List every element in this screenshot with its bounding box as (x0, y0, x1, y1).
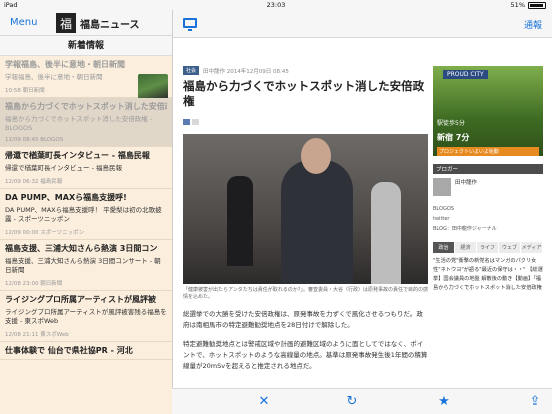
bottom-toolbar: ✕ ↻ ★ ⇪ (172, 388, 552, 414)
battery-icon (528, 1, 546, 9)
blogger-name: 田中龍作 (455, 180, 478, 186)
news-item[interactable]: 学報福島、後半に意地・朝日新聞 学報福島、後半に意地・朝日新聞 10:58 朝日新聞 (0, 56, 172, 99)
blogger-label: ブロガー (433, 164, 543, 174)
tab-economy[interactable]: 経済 (455, 242, 477, 253)
app-logo: 福 福島ニュース (56, 13, 140, 33)
facebook-share-icon[interactable] (183, 119, 190, 125)
news-item[interactable]: 仕事体験で 仙台で県社協PR - 河北 (0, 342, 172, 360)
article-meta: 社会 田中龍作 2014年12月09日 08:45 (183, 66, 428, 75)
battery-indicator: 51% (511, 1, 546, 9)
tab-life[interactable]: ライフ (477, 242, 499, 253)
tab-media[interactable]: メディア (521, 242, 543, 253)
article-title: 福島から力づくでホットスポット消した安倍政権 (183, 79, 425, 108)
news-headline: 福島支援、三浦大知さんら熱演 3日間コン (5, 244, 158, 253)
menu-button[interactable]: Menu (10, 17, 37, 28)
status-bar: iPad 23:03 51% (0, 0, 552, 10)
article-pane: 通報 社会 田中龍作 2014年12月09日 08:45 福島から力づくでホット… (172, 10, 552, 414)
star-icon[interactable]: ★ (436, 394, 452, 410)
news-summary: DA PUMP、MAXら福島支援呼！ 平愛梨は初の北歌披露 - スポーツニッポン (5, 206, 162, 223)
news-headline: ライジングプロ所属アーティストが風評被 (5, 295, 157, 304)
news-headline: 仕事体験で 仙台で県社協PR - 河北 (5, 346, 133, 355)
tv-icon[interactable] (183, 18, 197, 31)
avatar (433, 178, 451, 196)
article-body: 社会 田中龍作 2014年12月09日 08:45 福島から力づくでホットスポッ… (183, 38, 428, 386)
article-paragraph: 総選挙での大勝を受けた安倍政権は、原発事故を力ずくで風化させるつもりだ。政府は南… (183, 310, 423, 329)
blogger-card[interactable]: 田中龍作 (433, 178, 543, 196)
battery-percent: 51% (510, 1, 525, 9)
category-tabs: 政治 経済 ライフ ウェブ メディア (433, 242, 543, 253)
news-item[interactable]: DA PUMP、MAXら福島支援呼! DA PUMP、MAXら福島支援呼！ 平愛梨… (0, 189, 172, 240)
app-root: iPad 23:03 51% Menu 福 福島ニュース 新着情報 学報福島、後… (0, 0, 552, 414)
news-meta: 12/09 06:32 福島民報 (5, 179, 63, 185)
article-byline: 田中龍作 2014年12月09日 08:45 (203, 68, 289, 75)
tab-politics[interactable]: 政治 (433, 242, 455, 253)
app-title: 福島ニュース (80, 19, 140, 31)
link-blog[interactable]: BLOG：田中龍作ジャーナル (433, 224, 543, 234)
article-photo (183, 134, 428, 284)
news-meta: 12/09 00:00 スポーツニッポン (5, 230, 85, 236)
news-meta: 12/08 23:00 朝日新聞 (5, 281, 63, 287)
tab-web[interactable]: ウェブ (499, 242, 521, 253)
news-meta: 12/09 08:45 BLOGOS (5, 137, 64, 143)
status-time: 23:03 (266, 1, 286, 9)
share-icon[interactable]: ⇪ (527, 394, 543, 410)
blogger-links: BLOGOS twitter BLOG：田中龍作ジャーナル (433, 204, 543, 234)
news-item[interactable]: 福島から力づくでホットスポット消した安倍政権福島から力づくでホットスポット消した… (0, 98, 172, 147)
list-header: 新着情報 (0, 36, 172, 56)
report-button[interactable]: 通報 (524, 18, 542, 31)
news-headline: 学報福島、後半に意地・朝日新聞 (5, 60, 125, 69)
ad-banner[interactable]: PROUD CITY 駅徒歩5分 新宿 7分 プロジェクトいよいよ始動 (433, 66, 543, 156)
reload-icon[interactable]: ↻ (344, 394, 360, 410)
article-paragraph: 特定避難勧奨地点とは警戒区域や計画的避難区域のように面としてではなく、ポイントで… (183, 340, 428, 370)
ad-line-2: 新宿 7分 (437, 133, 470, 142)
right-nav-bar: 通報 (173, 10, 552, 38)
news-headline: 帰還で楢葉町長インタビュー - 福島民報 (5, 151, 150, 160)
left-nav-bar: Menu 福 福島ニュース (0, 10, 172, 36)
article-sidebar: PROUD CITY 駅徒歩5分 新宿 7分 プロジェクトいよいよ始動 ブロガー… (433, 66, 543, 388)
link-twitter[interactable]: twitter (433, 214, 543, 224)
news-item[interactable]: 帰還で楢葉町長インタビュー - 福島民報 帰還で楢葉町長インタビュー - 福島民報… (0, 147, 172, 189)
logo-mark: 福 (56, 13, 76, 33)
news-headline: DA PUMP、MAXら福島支援呼! (5, 193, 127, 202)
news-item[interactable]: 福島支援、三浦大知さんら熱演 3日間コン福島支援、三浦大知さんら熱演 3日間コン… (0, 240, 172, 291)
news-summary: 帰還で楢葉町長インタビュー - 福島民報 (5, 164, 122, 172)
news-thumbnail (138, 74, 168, 99)
social-share-row (183, 119, 428, 125)
news-list: 学報福島、後半に意地・朝日新聞 学報福島、後半に意地・朝日新聞 10:58 朝日新聞… (0, 56, 172, 360)
news-list-pane: Menu 福 福島ニュース 新着情報 学報福島、後半に意地・朝日新聞 学報福島、後… (0, 10, 172, 414)
news-summary: ライジングプロ所属アーティストが風評被害残る福島を支援 - 東スポWeb (5, 308, 167, 325)
news-summary: 福島から力づくでホットスポット消した安倍政権 - BLOGOS (5, 115, 153, 132)
news-summary: 福島支援、三浦大知さんら熱演 3日間コンサート - 朝日新聞 (5, 257, 161, 274)
link-blogos[interactable]: BLOGOS (433, 204, 543, 214)
photo-caption: 「健康被害が出たらアンタたちは責任が取れるのか?」。審査委員・大谷（行政）は原発… (183, 287, 428, 300)
ranking-list: "生活の党"衝撃の新党名はマンガのパクリ女性"ネトウヨ"が語る"最近の保守は・・… (433, 258, 543, 291)
news-meta: 12/08 21:11 東スポWeb (5, 332, 69, 338)
ad-line-3: プロジェクトいよいよ始動 (437, 147, 539, 156)
news-item[interactable]: ライジングプロ所属アーティストが風評被ライジングプロ所属アーティストが風評被害残… (0, 291, 172, 342)
ad-line-1: 駅徒歩5分 (437, 120, 465, 127)
close-icon[interactable]: ✕ (256, 394, 272, 410)
category-tag[interactable]: 社会 (183, 66, 200, 75)
news-headline: 福島から力づくでホットスポット消した安倍政権 (5, 102, 167, 111)
ad-brand: PROUD CITY (443, 70, 488, 79)
hatena-share-icon[interactable] (192, 119, 199, 125)
